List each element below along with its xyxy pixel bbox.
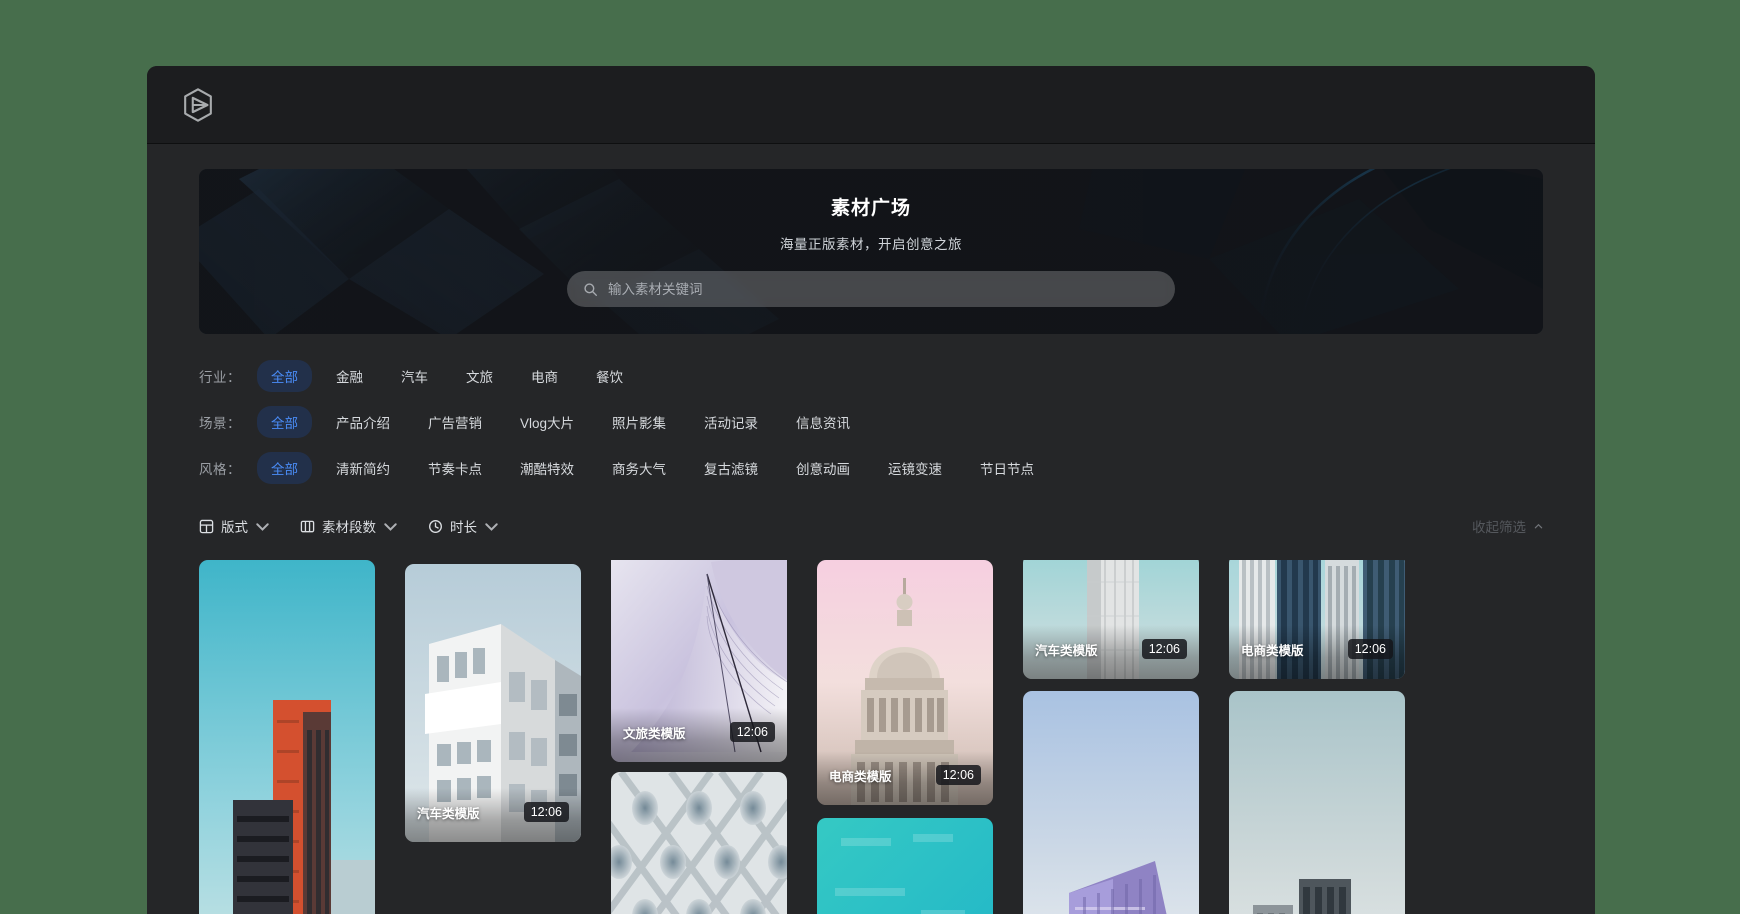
template-card[interactable]: 文旅类模版 12:06 <box>611 560 787 762</box>
template-card-title: 汽车类模版 <box>417 806 480 821</box>
filter-label-style: 风格： <box>199 462 241 477</box>
template-card-meta: 汽车类模版 12:06 <box>1023 625 1199 679</box>
filter-dropdown-clip-count[interactable]: 素材段数 <box>300 516 398 536</box>
filter-chip-scene-0[interactable]: 全部 <box>257 406 312 438</box>
page-subtitle: 海量正版素材，开启创意之旅 <box>780 237 962 252</box>
hero-banner: 素材广场 海量正版素材，开启创意之旅 <box>199 169 1543 334</box>
chevron-down-icon <box>256 522 269 531</box>
filter-chip-scene-5[interactable]: 活动记录 <box>690 406 772 438</box>
filter-options-industry: 全部 金融 汽车 文旅 电商 餐饮 <box>257 360 647 392</box>
filter-label-industry: 行业： <box>199 370 241 385</box>
filter-chip-industry-0[interactable]: 全部 <box>257 360 312 392</box>
template-card-title: 电商类模版 <box>829 769 892 784</box>
template-card-duration: 12:06 <box>729 722 775 742</box>
template-card[interactable]: 汽车类模版 12:06 <box>1023 560 1199 679</box>
template-card[interactable]: 电商类模版 12:06 <box>1229 560 1405 679</box>
template-card[interactable] <box>817 818 993 914</box>
filter-chip-scene-4[interactable]: 照片影集 <box>598 406 680 438</box>
template-card-meta: 汽车类模版 12:06 <box>405 788 581 842</box>
filter-chip-industry-3[interactable]: 文旅 <box>452 360 507 392</box>
cube-play-logo-icon[interactable] <box>179 86 217 124</box>
template-card-meta: 电商类模版 12:06 <box>817 751 993 805</box>
template-card[interactable] <box>1023 691 1199 914</box>
filter-chip-scene-3[interactable]: Vlog大片 <box>506 406 588 438</box>
chevron-down-icon <box>485 522 498 531</box>
filter-chip-style-0[interactable]: 全部 <box>257 452 312 484</box>
filter-chip-style-8[interactable]: 节日节点 <box>966 452 1048 484</box>
hero-content: 素材广场 海量正版素材，开启创意之旅 <box>199 169 1543 334</box>
filter-dropdown-layout-label: 版式 <box>221 520 248 535</box>
search-input[interactable] <box>608 281 1159 297</box>
template-card[interactable]: 汽车类模版 12:06 <box>405 564 581 842</box>
chevron-up-icon <box>1534 523 1543 528</box>
template-card-meta: 文旅类模版 12:06 <box>611 708 787 762</box>
filter-chip-industry-5[interactable]: 餐饮 <box>582 360 637 392</box>
results-toolbar: 版式 素材段数 时长 收起筛选 <box>199 506 1543 546</box>
filter-dropdown-layout[interactable]: 版式 <box>199 516 270 536</box>
title-bar <box>147 66 1595 144</box>
collapse-filters-label: 收起筛选 <box>1472 520 1526 535</box>
filter-row-scene: 场景： 全部 产品介绍 广告营销 Vlog大片 照片影集 活动记录 信息资讯 <box>199 402 1543 442</box>
template-card-duration: 12:06 <box>935 765 981 785</box>
filter-label-scene: 场景： <box>199 416 241 431</box>
filter-chip-industry-2[interactable]: 汽车 <box>387 360 442 392</box>
template-card[interactable] <box>611 772 787 914</box>
template-thumbnail <box>611 772 787 914</box>
app-window: 素材广场 海量正版素材，开启创意之旅 行业： 全部 金融 汽车 <box>147 66 1595 914</box>
clock-icon <box>429 519 442 533</box>
template-card-duration: 12:06 <box>1347 639 1393 659</box>
filter-chip-style-6[interactable]: 创意动画 <box>782 452 864 484</box>
template-card[interactable] <box>199 560 375 914</box>
template-card[interactable]: 电商类模版 12:06 <box>817 560 993 805</box>
template-thumbnail <box>817 818 993 914</box>
filter-chip-style-3[interactable]: 潮酷特效 <box>506 452 588 484</box>
filter-panel: 行业： 全部 金融 汽车 文旅 电商 餐饮 场景： 全部 产品介绍 广告营销 V… <box>199 356 1543 488</box>
template-thumbnail <box>1023 691 1199 914</box>
filter-chip-style-7[interactable]: 运镜变速 <box>874 452 956 484</box>
filter-chip-scene-1[interactable]: 产品介绍 <box>322 406 404 438</box>
template-card-title: 文旅类模版 <box>623 726 686 741</box>
filter-chip-style-1[interactable]: 清新简约 <box>322 452 404 484</box>
filter-chip-scene-2[interactable]: 广告营销 <box>414 406 496 438</box>
filter-options-scene: 全部 产品介绍 广告营销 Vlog大片 照片影集 活动记录 信息资讯 <box>257 406 874 438</box>
filter-options-style: 全部 清新简约 节奏卡点 潮酷特效 商务大气 复古滤镜 创意动画 运镜变速 节日… <box>257 452 1058 484</box>
chevron-down-icon <box>384 522 397 531</box>
template-thumbnail <box>1229 691 1405 914</box>
filter-dropdown-duration-label: 时长 <box>450 520 477 535</box>
toolbar-left-group: 版式 素材段数 时长 <box>199 516 499 536</box>
template-card[interactable] <box>1229 691 1405 914</box>
template-card-duration: 12:06 <box>523 802 569 822</box>
template-grid: 汽车类模版 12:06 文旅类模版 12:06 电商类模版 12:06 汽车类模… <box>199 560 1543 914</box>
search-box[interactable] <box>567 271 1175 307</box>
template-card-title: 汽车类模版 <box>1035 643 1098 658</box>
filter-dropdown-duration[interactable]: 时长 <box>428 516 499 536</box>
filter-chip-style-2[interactable]: 节奏卡点 <box>414 452 496 484</box>
template-thumbnail <box>199 560 375 914</box>
page-body: 素材广场 海量正版素材，开启创意之旅 行业： 全部 金融 汽车 <box>147 169 1595 914</box>
search-icon <box>584 282 598 296</box>
filter-chip-industry-1[interactable]: 金融 <box>322 360 377 392</box>
filter-row-style: 风格： 全部 清新简约 节奏卡点 潮酷特效 商务大气 复古滤镜 创意动画 运镜变… <box>199 448 1543 488</box>
filter-dropdown-clip-count-label: 素材段数 <box>322 520 376 535</box>
filter-chip-style-5[interactable]: 复古滤镜 <box>690 452 772 484</box>
template-card-duration: 12:06 <box>1141 639 1187 659</box>
filter-chip-industry-4[interactable]: 电商 <box>517 360 572 392</box>
template-card-meta: 电商类模版 12:06 <box>1229 625 1405 679</box>
layout-grid-icon <box>199 519 214 533</box>
filter-row-industry: 行业： 全部 金融 汽车 文旅 电商 餐饮 <box>199 356 1543 396</box>
columns-icon <box>300 520 315 532</box>
filter-chip-scene-6[interactable]: 信息资讯 <box>782 406 864 438</box>
template-card-title: 电商类模版 <box>1241 643 1304 658</box>
page-title: 素材广场 <box>830 198 911 219</box>
collapse-filters-button[interactable]: 收起筛选 <box>1472 516 1543 536</box>
filter-chip-style-4[interactable]: 商务大气 <box>598 452 680 484</box>
